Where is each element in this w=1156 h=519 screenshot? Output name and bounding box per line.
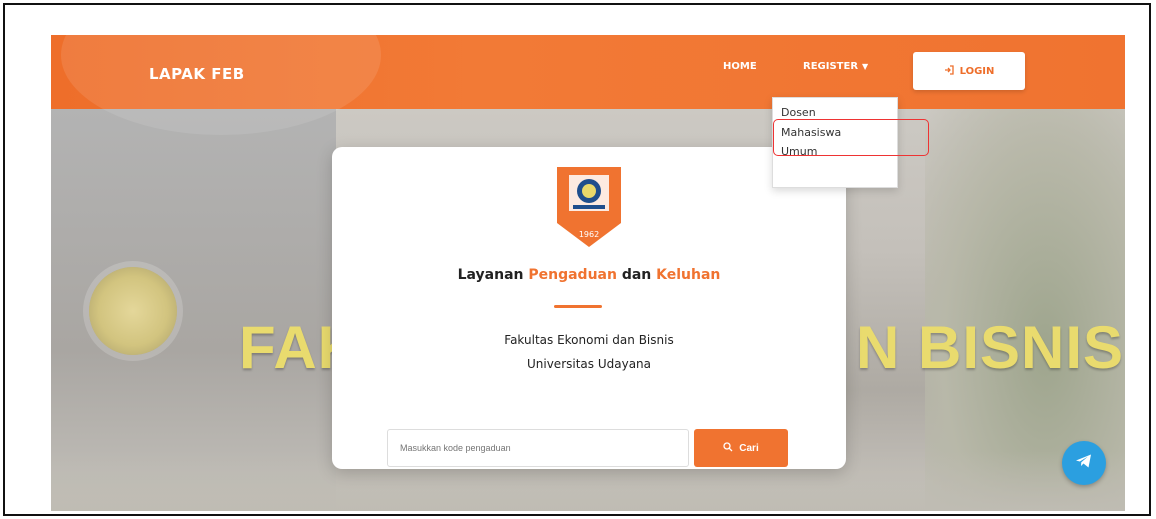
login-label: LOGIN (959, 65, 995, 77)
sign-in-icon (944, 64, 954, 78)
faculty-name: Fakultas Ekonomi dan Bisnis (504, 333, 674, 347)
card-title: Layanan Pengaduan dan Keluhan (332, 267, 846, 283)
nav-home-link[interactable]: HOME (723, 61, 757, 72)
search-icon (723, 441, 733, 455)
mahasiswa-highlight-annotation (773, 119, 929, 156)
title-text-4: Keluhan (656, 267, 721, 283)
login-button[interactable]: LOGIN (913, 52, 1025, 90)
complaint-code-input[interactable] (387, 429, 689, 467)
logo-year: 1962 (579, 230, 599, 239)
udayana-logo: 1962 (555, 165, 623, 249)
caret-down-icon: ▼ (862, 62, 869, 71)
title-text-2: Pengaduan (528, 267, 617, 283)
campus-emblem (89, 267, 177, 355)
title-divider (554, 305, 602, 308)
nav-register-label: REGISTER (803, 61, 859, 72)
complaint-search-card: 1962 Layanan Pengaduan dan Keluhan Fakul… (332, 147, 846, 469)
brand-logo-text[interactable]: LAPAK FEB (149, 65, 245, 83)
telegram-icon (1073, 450, 1095, 476)
top-navbar: LAPAK FEB HOME REGISTER ▼ LOGIN (51, 35, 1125, 135)
title-text-1: Layanan (457, 267, 529, 283)
search-button-label: Cari (739, 442, 759, 454)
nav-register-dropdown[interactable]: REGISTER ▼ (803, 61, 868, 72)
telegram-chat-button[interactable] (1062, 441, 1106, 485)
university-name: Universitas Udayana (526, 357, 652, 371)
search-button[interactable]: Cari (694, 429, 788, 467)
dropdown-item-dosen[interactable]: Dosen (781, 106, 816, 119)
campus-sign-text-right: N BISNIS (856, 314, 1125, 381)
screenshot-frame: FAK N BISNIS LAPAK FEB HOME REGISTER ▼ LO… (3, 3, 1151, 516)
browser-viewport: FAK N BISNIS LAPAK FEB HOME REGISTER ▼ LO… (51, 35, 1125, 511)
title-text-3: dan (616, 267, 657, 283)
